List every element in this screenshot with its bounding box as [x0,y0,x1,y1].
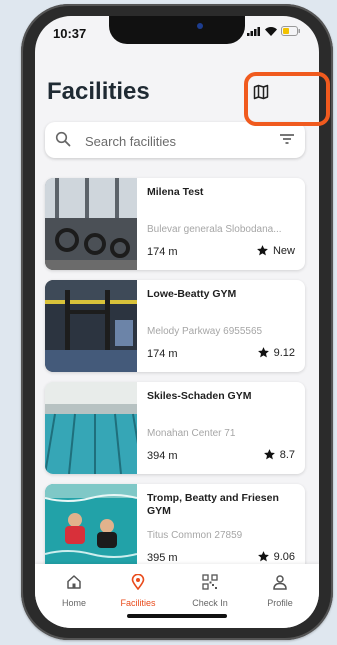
map-button-highlight [244,72,330,126]
facility-list: Milena Test Bulevar generala Slobodana..… [45,178,305,586]
tab-profile[interactable]: Profile [245,574,315,608]
facility-rating-value: 9.06 [273,550,295,563]
notch [109,16,245,44]
search-input[interactable] [83,129,277,153]
search-icon [55,131,71,152]
star-icon [257,347,269,358]
facility-distance: 174 m [147,348,178,360]
facility-name: Tromp, Beatty and Friesen GYM [147,492,279,517]
facility-distance: 394 m [147,450,178,462]
tab-label: Facilities [120,598,156,608]
star-icon [257,551,269,562]
facility-rating: 9.06 [257,550,295,563]
facility-card[interactable]: Lowe-Beatty GYM Melody Parkway 6955565 1… [45,280,305,372]
tab-home[interactable]: Home [39,574,109,608]
tab-label: Check In [192,598,228,608]
facility-address: Bulevar generala Slobodana... [147,224,282,235]
facility-address: Titus Common 27859 [147,530,243,541]
facility-card[interactable]: Skiles-Schaden GYM Monahan Center 71 394… [45,382,305,474]
facility-distance: 395 m [147,552,178,564]
facility-rating-value: 9.12 [273,346,295,359]
tab-label: Profile [267,598,293,608]
facility-photo [45,280,137,372]
page-title: Facilities [47,78,150,105]
status-time: 10:37 [53,26,87,41]
star-icon [263,449,275,460]
facility-photo [45,178,137,270]
facility-card[interactable]: Tromp, Beatty and Friesen GYM Titus Comm… [45,484,305,576]
facility-rating: New [256,244,295,257]
facility-distance: 174 m [147,246,178,258]
facility-rating: 8.7 [263,448,295,461]
wifi-icon [265,26,277,36]
facility-name: Skiles-Schaden GYM [147,390,252,402]
facility-address: Melody Parkway 6955565 [147,326,263,337]
home-indicator [127,614,227,618]
facility-address: Monahan Center 71 [147,428,236,439]
home-icon [67,575,81,589]
facility-card[interactable]: Milena Test Bulevar generala Slobodana..… [45,178,305,270]
status-icons [247,26,301,36]
tab-check-in[interactable]: Check In [175,574,245,608]
search-bar [45,122,305,158]
facility-rating: 9.12 [257,346,295,359]
facility-name: Milena Test [147,186,204,198]
bottom-tab-bar: Home Facilities Check In Profile [35,564,319,628]
tab-facilities[interactable]: Facilities [103,573,173,608]
facility-rating-value: 8.7 [279,448,295,461]
facility-rating-value: New [272,244,295,257]
front-camera [197,23,203,29]
filter-icon[interactable] [279,132,295,151]
tab-label: Home [61,598,86,608]
facility-name: Lowe-Beatty GYM [147,288,237,300]
star-icon [257,245,268,256]
battery-icon [281,26,300,36]
signal-icon [247,26,260,36]
facility-photo [45,484,137,576]
qr-code-icon [202,574,218,590]
location-pin-icon [131,573,145,591]
user-icon [273,575,287,590]
facility-photo [45,382,137,474]
